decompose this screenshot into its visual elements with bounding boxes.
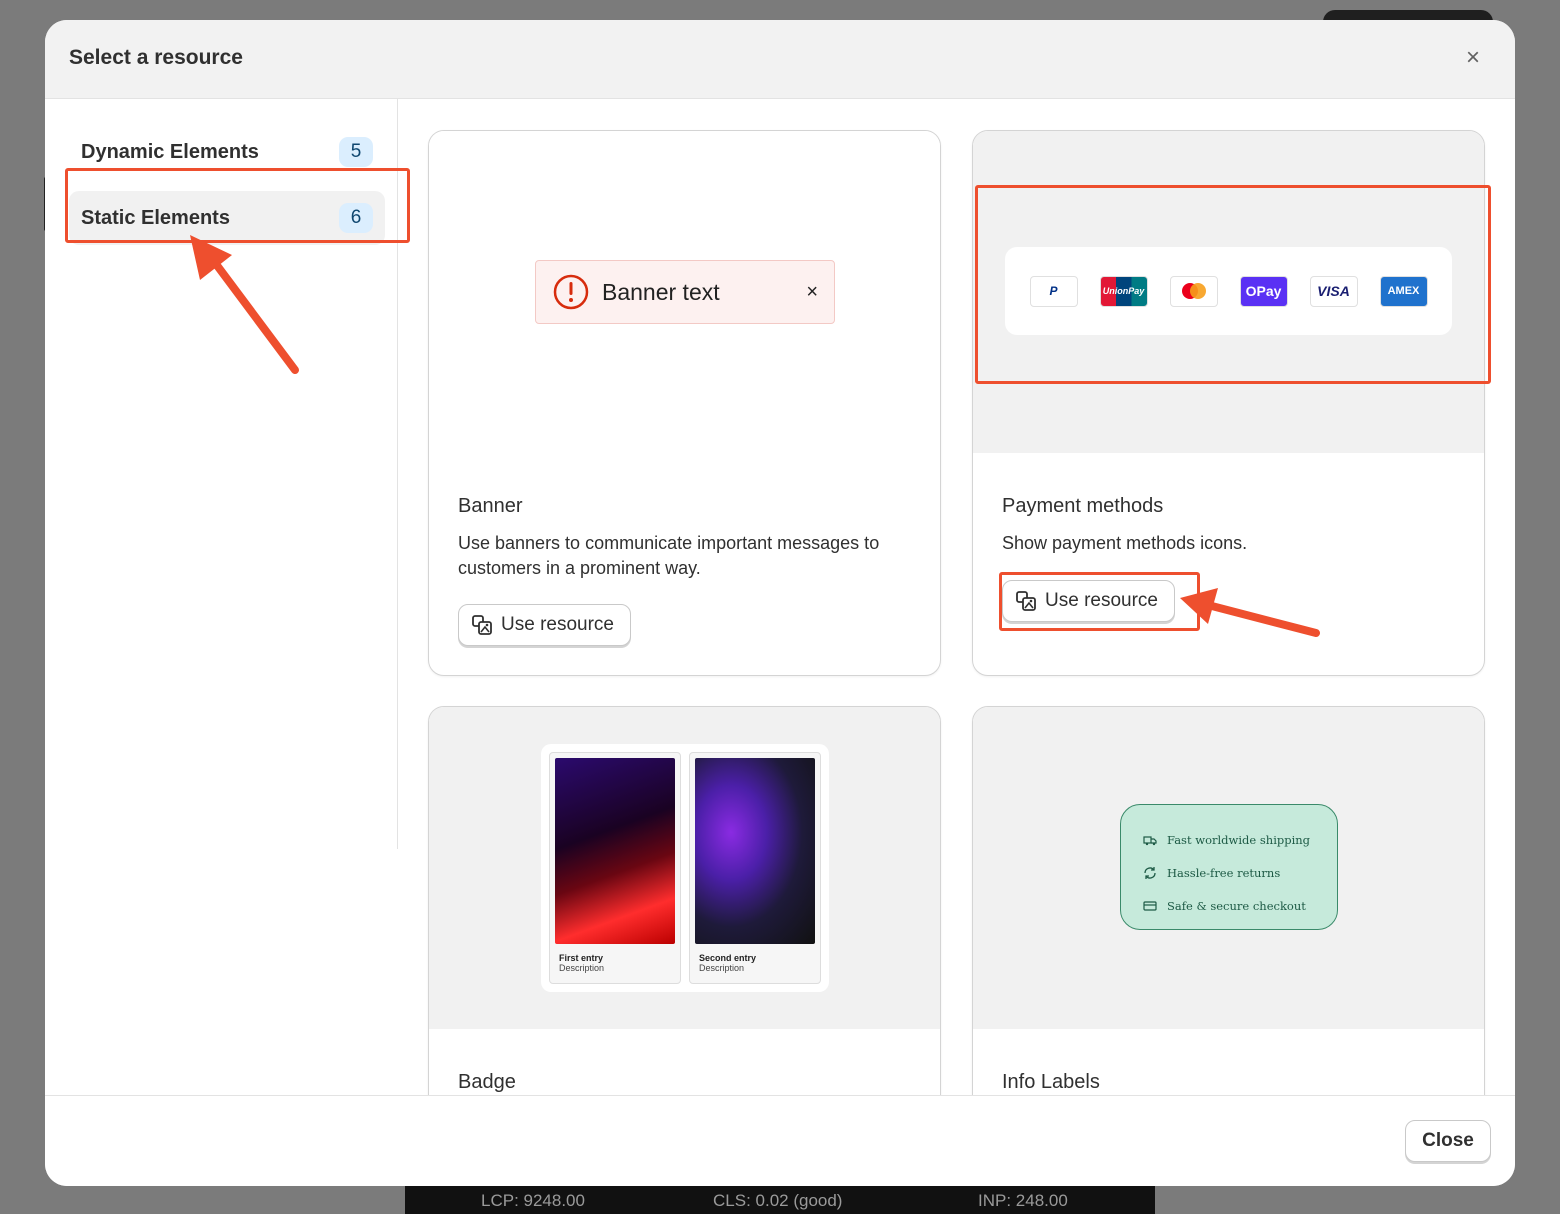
- use-resource-button[interactable]: Use resource: [1002, 580, 1175, 622]
- sidebar-item-label: Dynamic Elements: [81, 140, 259, 163]
- shop-pay-icon: OPay: [1239, 275, 1288, 307]
- credit-card-icon: [1143, 900, 1157, 911]
- card-preview: Fast worldwide shipping Hassle-free retu…: [973, 707, 1484, 1029]
- slide-image: [695, 758, 815, 944]
- button-label: Use resource: [501, 614, 614, 635]
- paypal-icon: P: [1029, 275, 1078, 307]
- unionpay-icon: UnionPay: [1099, 275, 1148, 307]
- card-description: Use banners to communicate important mes…: [458, 533, 880, 578]
- slide-entry: Second entry Description: [689, 752, 821, 984]
- resource-card-badge: First entry Description Second entry Des…: [428, 706, 941, 1096]
- slide-title: First entry: [559, 953, 604, 963]
- resource-card-payment-methods: P UnionPay OPay VISA AMEX Payment method…: [972, 130, 1485, 676]
- info-row-label: Hassle-free returns: [1167, 865, 1281, 880]
- card-preview: P UnionPay OPay VISA AMEX: [973, 131, 1484, 453]
- alert-circle-icon: [553, 274, 589, 310]
- modal-title: Select a resource: [69, 46, 243, 69]
- cls-metric: CLS: 0.02 (good): [713, 1191, 843, 1210]
- sidebar-item-dynamic-elements[interactable]: Dynamic Elements 5: [69, 125, 385, 179]
- inp-metric: INP: 248.00: [978, 1191, 1068, 1210]
- info-row: Safe & secure checkout: [1143, 889, 1337, 922]
- card-title: Info Labels: [1002, 1071, 1100, 1093]
- resource-modal: Select a resource × Dynamic Elements 5 S…: [45, 20, 1515, 1186]
- banner-text: Banner text: [602, 278, 720, 305]
- info-row: Fast worldwide shipping: [1143, 823, 1337, 856]
- close-button[interactable]: Close: [1405, 1120, 1491, 1162]
- card-description: Show payment methods icons.: [1002, 533, 1248, 553]
- mastercard-icon: [1169, 275, 1218, 307]
- visa-icon: VISA: [1309, 275, 1358, 307]
- info-row: Hassle-free returns: [1143, 856, 1337, 889]
- performance-bar: LCP: 9248.00 CLS: 0.02 (good) INP: 248.0…: [405, 1186, 1155, 1214]
- card-preview: Banner text ×: [429, 131, 940, 453]
- payment-logos: P UnionPay OPay VISA AMEX: [1005, 247, 1452, 335]
- resource-grid: Banner text × Banner Use banners to comm…: [398, 99, 1515, 1096]
- modal-footer: Close: [45, 1095, 1515, 1186]
- card-title: Badge: [458, 1071, 516, 1093]
- slide-title: Second entry: [699, 953, 757, 963]
- sidebar-item-label: Static Elements: [81, 206, 230, 229]
- card-title: Banner: [458, 495, 523, 517]
- image-icon: [1016, 591, 1036, 611]
- card-title: Payment methods: [1002, 495, 1164, 517]
- sidebar-item-static-elements[interactable]: Static Elements 6: [69, 191, 385, 245]
- lcp-metric: LCP: 9248.00: [481, 1191, 585, 1210]
- close-icon[interactable]: ×: [1459, 44, 1487, 72]
- slide-entry: First entry Description: [549, 752, 681, 984]
- slide-description: Description: [699, 963, 745, 973]
- card-preview: First entry Description Second entry Des…: [429, 707, 940, 1029]
- resource-card-info-labels: Fast worldwide shipping Hassle-free retu…: [972, 706, 1485, 1096]
- info-row-label: Safe & secure checkout: [1167, 898, 1306, 913]
- count-badge: 5: [339, 137, 373, 167]
- image-icon: [472, 615, 492, 635]
- info-row-label: Fast worldwide shipping: [1167, 832, 1311, 847]
- truck-icon: [1143, 835, 1157, 845]
- button-label: Use resource: [1045, 590, 1158, 611]
- modal-header: Select a resource ×: [45, 20, 1515, 99]
- count-badge: 6: [339, 203, 373, 233]
- banner-preview: Banner text ×: [535, 260, 835, 324]
- slide-description: Description: [559, 963, 605, 973]
- refresh-icon: [1144, 866, 1156, 879]
- amex-icon: AMEX: [1379, 275, 1428, 307]
- slide-image: [555, 758, 675, 944]
- use-resource-button[interactable]: Use resource: [458, 604, 631, 646]
- close-icon: ×: [806, 280, 818, 303]
- info-labels-preview: Fast worldwide shipping Hassle-free retu…: [1120, 804, 1338, 930]
- sidebar: Dynamic Elements 5 Static Elements 6: [45, 99, 398, 849]
- resource-card-banner: Banner text × Banner Use banners to comm…: [428, 130, 941, 676]
- badge-preview: First entry Description Second entry Des…: [541, 744, 829, 992]
